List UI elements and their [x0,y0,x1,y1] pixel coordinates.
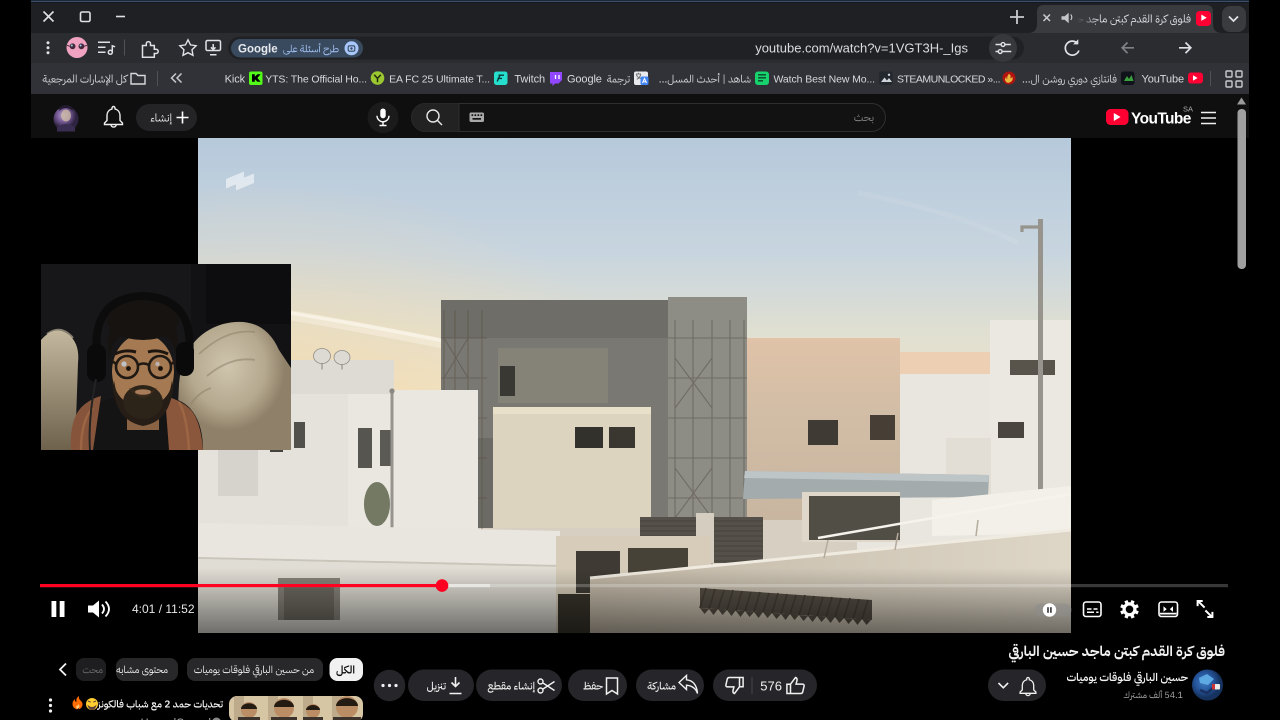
svg-text:Twitch: Twitch [514,74,545,86]
svg-text:Kick: Kick [225,74,246,86]
svg-text:Google: Google [567,74,602,86]
svg-text:4:01 / 11:52: 4:01 / 11:52 [132,602,195,616]
svg-text:Google: Google [238,44,278,56]
svg-text:576: 576 [760,679,782,694]
svg-text:YouTube: YouTube [1141,74,1184,86]
svg-text:EA FC 25 Ultimate T...: EA FC 25 Ultimate T... [389,74,490,86]
svg-text:youtube.com/watch?v=1VGT3H-_Ig: youtube.com/watch?v=1VGT3H-_Igs [755,41,968,56]
svg-text:STEAMUNLOCKED »...: STEAMUNLOCKED »... [897,74,1000,86]
svg-text:Watch Best New Mo...: Watch Best New Mo... [774,74,875,86]
svg-text:SA: SA [1183,105,1193,114]
svg-text:YTS: The Official Ho...: YTS: The Official Ho... [265,74,367,86]
